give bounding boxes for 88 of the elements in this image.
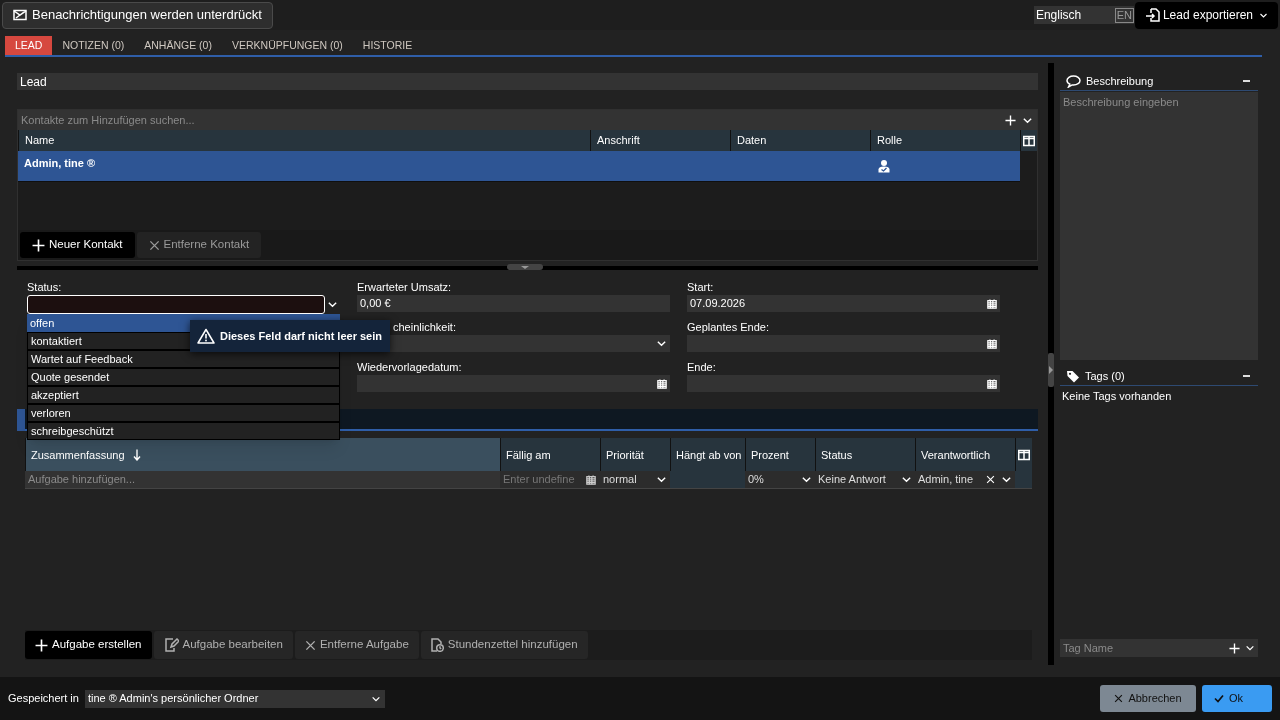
field-label: Gespeichert in: [8, 691, 79, 707]
error-tooltip: Dieses Feld darf nicht leer sein: [190, 320, 390, 352]
edit-document-icon: [163, 638, 179, 652]
contact-row[interactable]: Admin, tine ®: [18, 151, 1020, 182]
field-label: Status:: [27, 279, 62, 295]
column-header[interactable]: Fällig am: [500, 438, 600, 471]
check-icon: [1214, 694, 1224, 703]
plus-icon: [1005, 114, 1016, 126]
document-clock-icon: [430, 638, 444, 652]
column-header[interactable]: Rolle: [870, 130, 1020, 151]
field-label: cheinlichkeit:: [393, 319, 456, 335]
tab[interactable]: VERKNÜPFUNGEN (0): [221, 36, 353, 55]
language-select[interactable]: Englisch EN: [1033, 6, 1134, 24]
dropdown-chevron-icon: [327, 299, 338, 310]
field-label: Wiedervorlagedatum:: [357, 359, 462, 375]
date-field[interactable]: [687, 335, 1000, 352]
close-icon: [986, 475, 995, 484]
speech-bubble-icon: [1066, 74, 1081, 88]
input-field[interactable]: 0,00 €: [357, 295, 670, 312]
dropdown-option[interactable]: schreibgeschützt: [27, 422, 340, 440]
warning-icon: [197, 328, 215, 344]
panel-title: Tags (0): [1085, 368, 1125, 384]
dropdown-option[interactable]: akzeptiert: [27, 386, 340, 404]
chevron-down-icon: [1245, 643, 1255, 653]
column-header[interactable]: Hängt ab von: [670, 438, 745, 471]
columns-icon[interactable]: [1018, 448, 1030, 461]
export-button[interactable]: Lead exportieren: [1134, 1, 1278, 29]
column-header[interactable]: Daten: [730, 130, 870, 151]
task-action-button[interactable]: Aufgabe erstellen: [25, 631, 152, 659]
close-icon: [1114, 694, 1124, 703]
splitter-handle[interactable]: [507, 264, 543, 270]
language-code: EN: [1114, 7, 1134, 23]
empty-message: Keine Tags vorhanden: [1062, 390, 1172, 402]
dropdown-option[interactable]: verloren: [27, 404, 340, 422]
tag-icon: [1066, 369, 1080, 383]
contact-action-button[interactable]: Neuer Kontakt: [20, 232, 135, 258]
section-tab[interactable]: [17, 409, 25, 431]
column-header[interactable]: Status: [815, 438, 915, 471]
sort-arrow-icon: [132, 448, 141, 461]
title-field[interactable]: Lead: [17, 73, 1038, 90]
tab[interactable]: ANHÄNGE (0): [134, 36, 222, 55]
column-header[interactable]: Prozent: [745, 438, 815, 471]
chevron-down-icon: [1001, 474, 1012, 485]
date-field[interactable]: [357, 375, 670, 392]
panel-toggle-handle[interactable]: [1048, 353, 1054, 387]
field-label: Start:: [687, 279, 714, 295]
date-field[interactable]: [687, 375, 1000, 392]
folder-select[interactable]: tine ® Admin's persönlicher Ordner: [84, 689, 385, 708]
plus-icon: [1229, 642, 1240, 654]
column-header[interactable]: Priorität: [600, 438, 670, 471]
user-check-icon: [878, 159, 890, 173]
dropdown-option[interactable]: Wartet auf Feedback: [27, 350, 340, 368]
description-field[interactable]: Beschreibung eingeben: [1060, 92, 1258, 360]
dropdown-option[interactable]: Quote gesendet: [27, 368, 340, 386]
export-icon: [1144, 7, 1161, 23]
column-header[interactable]: Verantwortlich: [915, 438, 1015, 471]
calendar-icon: [586, 474, 596, 485]
chevron-down-icon: [656, 338, 667, 349]
envelope-icon: [13, 9, 27, 21]
date-field[interactable]: 07.09.2026: [687, 295, 1000, 312]
status-combo-field[interactable]: [27, 295, 325, 314]
task-summary-field[interactable]: Aufgabe hinzufügen...: [25, 471, 500, 488]
table-cell-text: Admin, tine ®: [23, 156, 97, 171]
tab[interactable]: HISTORIE: [352, 36, 423, 55]
tab[interactable]: LEAD: [5, 36, 53, 55]
cancel-button[interactable]: Abbrechen: [1100, 685, 1196, 712]
notification-button[interactable]: Benachrichtigungen werden unterdrückt: [2, 1, 273, 29]
field-label: Erwarteter Umsatz:: [357, 279, 452, 295]
close-icon: [148, 239, 160, 251]
plus-icon: [35, 638, 48, 652]
chevron-down-icon: [801, 474, 812, 485]
calendar-icon: [987, 378, 997, 389]
close-icon: [304, 639, 316, 651]
chevron-down-icon: [656, 474, 667, 485]
columns-icon[interactable]: [1023, 134, 1035, 147]
ok-button[interactable]: Ok: [1202, 685, 1272, 712]
calendar-icon: [987, 298, 997, 309]
plus-icon: [32, 238, 45, 252]
column-header[interactable]: Name: [18, 130, 590, 151]
calendar-icon: [987, 338, 997, 349]
calendar-icon: [657, 378, 667, 389]
column-header[interactable]: Anschrift: [590, 130, 730, 151]
chevron-down-icon: [901, 474, 912, 485]
field-label: Ende:: [687, 359, 716, 375]
field-label: Geplantes Ende:: [687, 319, 769, 335]
panel-title: Beschreibung: [1086, 73, 1154, 89]
tab[interactable]: NOTIZEN (0): [52, 36, 135, 55]
column-header[interactable]: Zusammenfassung: [25, 438, 500, 471]
